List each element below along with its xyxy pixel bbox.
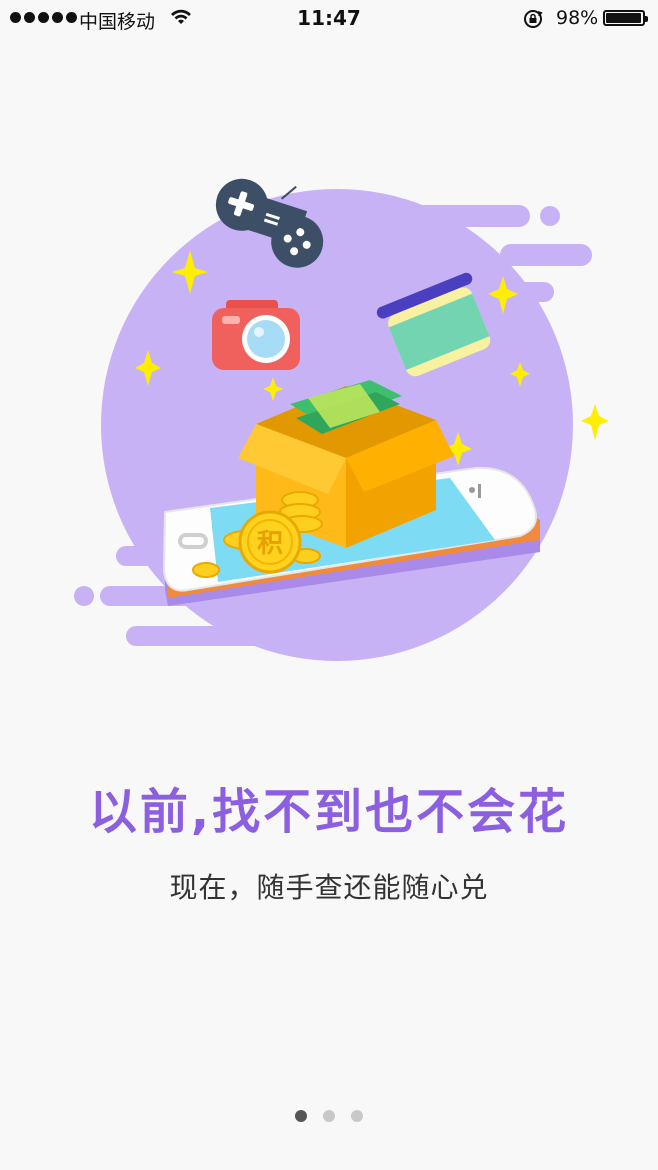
coin-label: 积: [257, 529, 283, 559]
page-dot-3[interactable]: [351, 1110, 363, 1122]
status-bar: 中国移动 11:47 98%: [0, 0, 658, 38]
rotation-lock-icon: [524, 10, 543, 28]
page-title: 以前,找不到也不会花: [88, 784, 570, 840]
camera-icon: [212, 300, 300, 370]
page-dot-2[interactable]: [323, 1110, 335, 1122]
page-indicator[interactable]: [0, 1110, 658, 1122]
page-subtitle: 现在，随手查还能随心兑: [169, 871, 489, 904]
battery-icon: [603, 10, 648, 26]
page-dot-1[interactable]: [295, 1110, 307, 1122]
battery-percent: 98%: [556, 7, 599, 29]
hero-illustration: 积: [74, 178, 609, 661]
